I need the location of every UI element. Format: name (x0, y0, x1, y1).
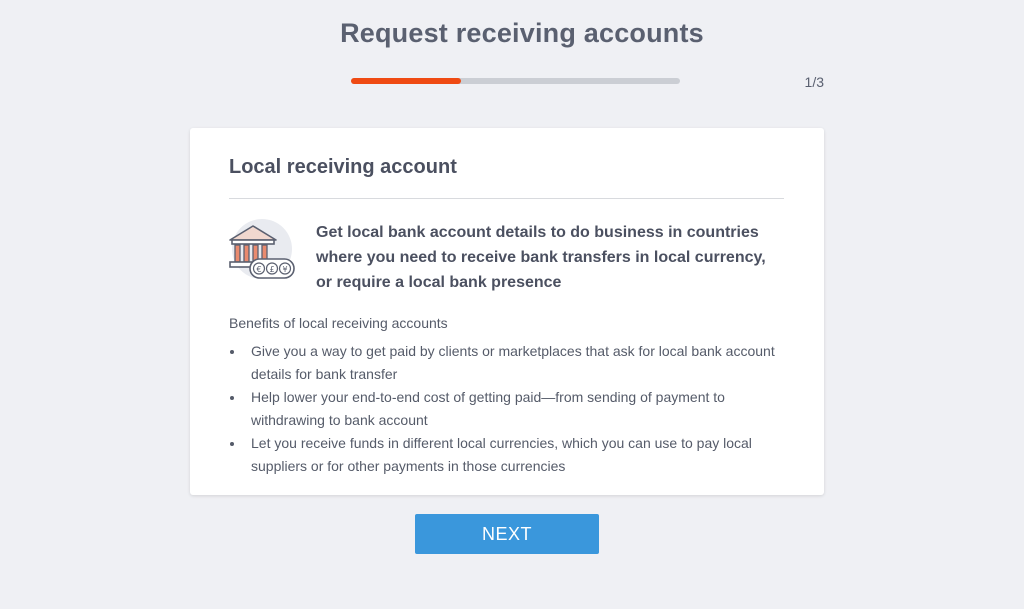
list-item: Give you a way to get paid by clients or… (229, 340, 789, 386)
progress-bar (351, 78, 680, 84)
currency-symbol: € (256, 265, 261, 274)
step-counter: 1/3 (804, 74, 824, 90)
card-divider (229, 198, 784, 199)
page-title: Request receiving accounts (340, 18, 704, 48)
list-item: Help lower your end-to-end cost of getti… (229, 386, 789, 432)
next-button[interactable]: NEXT (415, 514, 599, 554)
progress-bar-fill (351, 78, 461, 84)
list-item: Let you receive funds in different local… (229, 432, 789, 478)
currency-symbol: £ (269, 265, 274, 274)
local-receiving-account-card: Local receiving account € £ ¥ Get local … (190, 128, 824, 495)
benefits-list: Give you a way to get paid by clients or… (229, 340, 789, 478)
card-headline: Get local bank account details to do bus… (316, 224, 766, 291)
currency-symbol: ¥ (282, 265, 287, 274)
bank-currency-icon: € £ ¥ (226, 218, 298, 284)
card-title: Local receiving account (229, 156, 457, 178)
benefits-title: Benefits of local receiving accounts (229, 315, 448, 331)
